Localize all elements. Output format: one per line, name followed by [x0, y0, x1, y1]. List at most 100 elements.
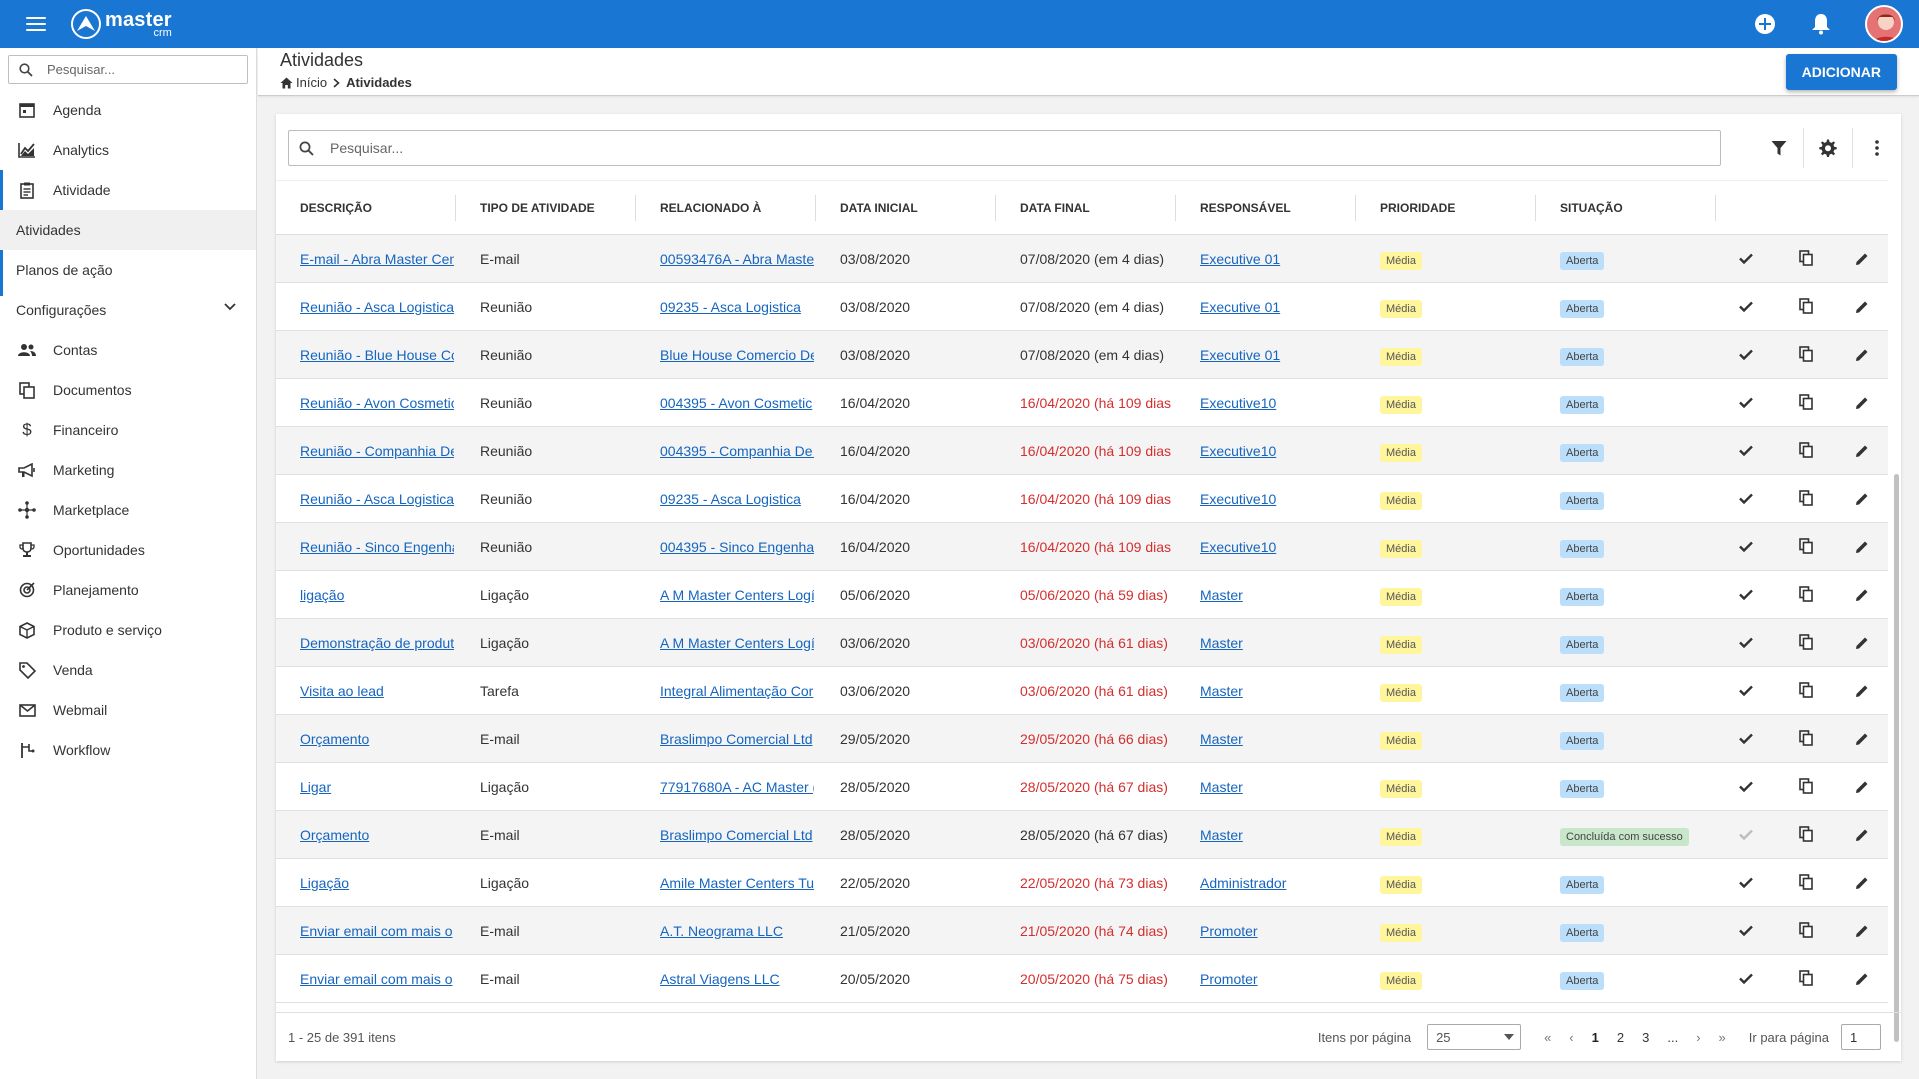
table-search-input[interactable]: [328, 139, 1678, 157]
edit-icon[interactable]: [1852, 921, 1872, 941]
table-search[interactable]: [288, 130, 1721, 166]
copy-icon[interactable]: [1796, 584, 1816, 604]
menu-icon[interactable]: [26, 17, 46, 31]
column-header-data-inicial[interactable]: DATA INICIAL: [816, 180, 996, 235]
sidebar-item-venda[interactable]: Venda: [0, 650, 256, 690]
table-row[interactable]: Enviar email com mais o E-mail Astral Viag…: [276, 954, 1888, 1003]
edit-icon[interactable]: [1852, 729, 1872, 749]
check-icon[interactable]: [1736, 969, 1756, 989]
related-link[interactable]: Braslimpo Comercial Ltd: [660, 827, 814, 843]
description-link[interactable]: Ligar: [300, 779, 454, 795]
description-link[interactable]: Reunião - Asca Logistica: [300, 491, 454, 507]
check-icon[interactable]: [1736, 297, 1756, 317]
responsible-link[interactable]: Master: [1200, 683, 1243, 699]
description-link[interactable]: Ligação: [300, 875, 454, 891]
page-ellipsis[interactable]: ...: [1667, 1030, 1678, 1045]
table-row[interactable]: Visita ao lead Tarefa Integral Alimentação…: [276, 666, 1888, 715]
responsible-link[interactable]: Master: [1200, 587, 1243, 603]
per-page-select[interactable]: 25: [1427, 1024, 1522, 1050]
column-header-prioridade[interactable]: PRIORIDADE: [1356, 180, 1536, 235]
sidebar-item-agenda[interactable]: Agenda: [0, 90, 256, 130]
check-icon[interactable]: [1736, 825, 1756, 845]
related-link[interactable]: 00593476A - Abra Maste: [660, 251, 814, 267]
table-row[interactable]: Orçamento E-mail Braslimpo Comercial Ltd 28…: [276, 810, 1888, 859]
sidebar-item-oportunidades[interactable]: Oportunidades: [0, 530, 256, 570]
copy-icon[interactable]: [1796, 392, 1816, 412]
responsible-link[interactable]: Executive 01: [1200, 347, 1280, 363]
edit-icon[interactable]: [1852, 537, 1872, 557]
table-row[interactable]: Reunião - Sinco Engenha Reunião 004395 - S…: [276, 522, 1888, 571]
column-header-responsavel[interactable]: RESPONSÁVEL: [1176, 180, 1356, 235]
check-icon[interactable]: [1736, 777, 1756, 797]
related-link[interactable]: 09235 - Asca Logistica: [660, 491, 814, 507]
description-link[interactable]: Demonstração de produt: [300, 635, 454, 651]
related-link[interactable]: Blue House Comercio De: [660, 347, 814, 363]
responsible-link[interactable]: Executive10: [1200, 443, 1276, 459]
sidebar-item-marketing[interactable]: Marketing: [0, 450, 256, 490]
related-link[interactable]: 77917680A - AC Master (: [660, 779, 814, 795]
check-icon[interactable]: [1736, 345, 1756, 365]
edit-icon[interactable]: [1852, 585, 1872, 605]
related-link[interactable]: 004395 - Avon Cosmetic: [660, 395, 814, 411]
scrollbar-thumb[interactable]: [1894, 474, 1899, 1042]
table-row[interactable]: Reunião - Asca Logistica Reunião 09235 - A…: [276, 282, 1888, 331]
goto-page-input[interactable]: [1841, 1024, 1881, 1050]
check-icon[interactable]: [1736, 537, 1756, 557]
table-row[interactable]: Reunião - Avon Cosmetic Reunião 004395 - A…: [276, 378, 1888, 427]
copy-icon[interactable]: [1796, 440, 1816, 460]
description-link[interactable]: E-mail - Abra Master Cen: [300, 251, 454, 267]
table-row[interactable]: E-mail - Abra Master Cen E-mail 00593476A …: [276, 234, 1888, 283]
edit-icon[interactable]: [1852, 297, 1872, 317]
add-circle-icon[interactable]: [1753, 12, 1777, 36]
sidebar-item-planos-de-acao[interactable]: Planos de ação: [0, 250, 256, 290]
related-link[interactable]: A M Master Centers Logí: [660, 587, 814, 603]
copy-icon[interactable]: [1796, 872, 1816, 892]
copy-icon[interactable]: [1796, 344, 1816, 364]
table-row[interactable]: Enviar email com mais o E-mail A.T. Neogra…: [276, 906, 1888, 955]
copy-icon[interactable]: [1796, 776, 1816, 796]
page-1[interactable]: 1: [1592, 1030, 1599, 1045]
more-vert-icon[interactable]: [1852, 128, 1901, 168]
column-header-relacionado[interactable]: RELACIONADO À: [636, 180, 816, 235]
sidebar-item-produto-e-servico[interactable]: Produto e serviço: [0, 610, 256, 650]
check-icon[interactable]: [1736, 681, 1756, 701]
check-icon[interactable]: [1736, 633, 1756, 653]
app-logo[interactable]: master crm: [70, 8, 172, 40]
check-icon[interactable]: [1736, 489, 1756, 509]
edit-icon[interactable]: [1852, 969, 1872, 989]
sidebar-item-webmail[interactable]: Webmail: [0, 690, 256, 730]
edit-icon[interactable]: [1852, 345, 1872, 365]
related-link[interactable]: Amile Master Centers Tu: [660, 875, 814, 891]
responsible-link[interactable]: Executive 01: [1200, 251, 1280, 267]
add-button[interactable]: ADICIONAR: [1785, 54, 1897, 90]
copy-icon[interactable]: [1796, 488, 1816, 508]
table-row[interactable]: Ligar Ligação 77917680A - AC Master (28/05…: [276, 762, 1888, 811]
responsible-link[interactable]: Executive 01: [1200, 299, 1280, 315]
notifications-icon[interactable]: [1809, 12, 1833, 36]
sidebar-item-documentos[interactable]: Documentos: [0, 370, 256, 410]
responsible-link[interactable]: Master: [1200, 731, 1243, 747]
sidebar-item-workflow[interactable]: Workflow: [0, 730, 256, 770]
column-header-data-final[interactable]: DATA FINAL: [996, 180, 1176, 235]
related-link[interactable]: A M Master Centers Logí: [660, 635, 814, 651]
sidebar-item-atividade[interactable]: Atividade: [0, 170, 256, 296]
check-icon[interactable]: [1736, 873, 1756, 893]
description-link[interactable]: Orçamento: [300, 731, 454, 747]
description-link[interactable]: Orçamento: [300, 827, 454, 843]
description-link[interactable]: ligação: [300, 587, 454, 603]
edit-icon[interactable]: [1852, 777, 1872, 797]
sidebar-item-contas[interactable]: Contas: [0, 330, 256, 370]
copy-icon[interactable]: [1796, 296, 1816, 316]
copy-icon[interactable]: [1796, 920, 1816, 940]
user-avatar[interactable]: [1865, 5, 1903, 43]
table-scrollbar[interactable]: [1891, 238, 1901, 1042]
responsible-link[interactable]: Promoter: [1200, 971, 1258, 987]
table-row[interactable]: Reunião - Asca Logistica Reunião 09235 - A…: [276, 474, 1888, 523]
check-icon[interactable]: [1736, 729, 1756, 749]
table-row[interactable]: Ligação Ligação Amile Master Centers Tu 22/…: [276, 858, 1888, 907]
edit-icon[interactable]: [1852, 393, 1872, 413]
sidebar-search-input[interactable]: [45, 61, 235, 78]
related-link[interactable]: 09235 - Asca Logistica: [660, 299, 814, 315]
responsible-link[interactable]: Master: [1200, 635, 1243, 651]
table-row[interactable]: Demonstração de produt Ligação A M Master …: [276, 618, 1888, 667]
